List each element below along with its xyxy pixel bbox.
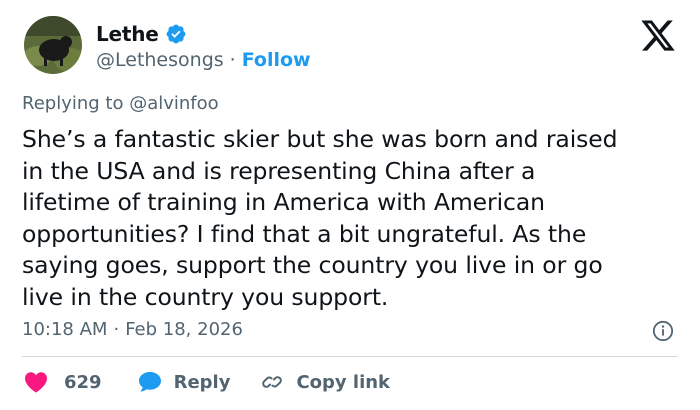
tweet-date: Feb 18, 2026 bbox=[125, 319, 243, 340]
timestamp-separator: · bbox=[113, 319, 120, 340]
info-icon[interactable] bbox=[652, 320, 674, 342]
avatar[interactable] bbox=[24, 16, 82, 74]
tweet-card: Lethe @Lethesongs · Follow Replying to @… bbox=[0, 0, 700, 410]
like-button[interactable]: 629 bbox=[24, 371, 102, 393]
follow-button[interactable]: Follow bbox=[242, 49, 311, 71]
tweet-text: She’s a fantastic skier but she was born… bbox=[22, 125, 618, 311]
separator-dot: · bbox=[229, 49, 236, 71]
tweet-time: 10:18 AM bbox=[22, 319, 108, 340]
x-logo-icon[interactable] bbox=[638, 17, 678, 51]
author-name-row: Lethe bbox=[96, 22, 187, 46]
author-handle-row: @Lethesongs · Follow bbox=[96, 49, 311, 71]
like-count: 629 bbox=[64, 371, 102, 393]
author-handle[interactable]: @Lethesongs bbox=[96, 49, 224, 71]
tweet-actions: 629 Reply Copy link bbox=[24, 370, 390, 394]
reply-context: Replying to @alvinfoo bbox=[22, 93, 219, 114]
reply-button[interactable]: Reply bbox=[138, 371, 231, 393]
copy-link-button[interactable]: Copy link bbox=[260, 370, 390, 394]
reply-context-prefix: Replying to bbox=[22, 93, 124, 114]
reply-context-mention[interactable]: @alvinfoo bbox=[129, 93, 218, 114]
speech-bubble-icon bbox=[138, 371, 162, 393]
reply-label: Reply bbox=[173, 371, 231, 393]
author-display-name[interactable]: Lethe bbox=[96, 22, 159, 46]
avatar-image bbox=[24, 16, 82, 74]
tweet-timestamp[interactable]: 10:18 AM · Feb 18, 2026 bbox=[22, 319, 243, 340]
verified-badge-icon bbox=[165, 23, 187, 45]
divider bbox=[22, 356, 678, 357]
link-icon bbox=[260, 370, 284, 394]
copy-link-label: Copy link bbox=[296, 371, 391, 393]
heart-icon bbox=[24, 371, 48, 393]
